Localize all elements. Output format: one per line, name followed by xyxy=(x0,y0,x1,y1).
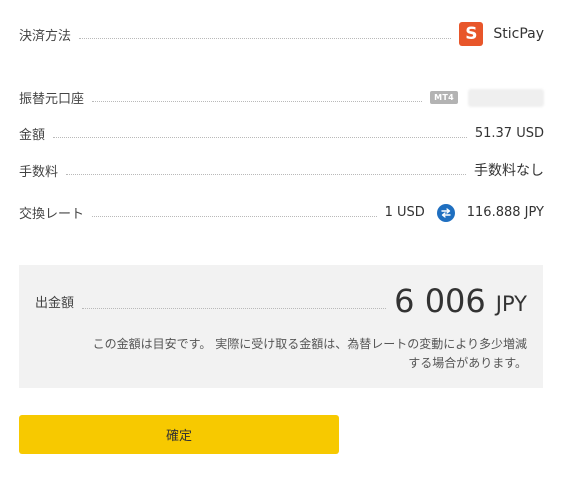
fee-value: 手数料なし xyxy=(474,163,544,179)
exchange-rate-label: 交換レート xyxy=(19,207,85,222)
withdrawal-amount: 6 006 xyxy=(394,282,486,320)
withdrawal-currency: JPY xyxy=(495,292,527,316)
dotted-leader xyxy=(79,37,452,39)
confirm-button[interactable]: 確定 xyxy=(19,415,339,454)
withdrawal-label: 出金額 xyxy=(35,296,75,311)
fee-label: 手数料 xyxy=(19,164,59,180)
payment-method-label: 決済方法 xyxy=(19,28,72,44)
exchange-rate-from: 1 USD xyxy=(384,205,425,220)
payment-method-value: SticPay xyxy=(493,26,544,42)
dotted-leader xyxy=(66,173,466,175)
estimate-note: この金額は目安です。 実際に受け取る金額は、為替レートの変動により多少増減する場… xyxy=(92,337,527,370)
dotted-leader xyxy=(53,137,467,138)
fee-row: 手数料 手数料なし xyxy=(19,160,544,180)
exchange-rate-to: 116.888 JPY xyxy=(466,205,544,220)
sticpay-logo-icon: S xyxy=(459,22,484,46)
dotted-leader xyxy=(82,308,387,309)
mt4-badge: MT4 xyxy=(430,91,458,104)
amount-value: 51.37 USD xyxy=(474,126,544,141)
dotted-leader xyxy=(92,216,377,217)
source-account-row: 振替元口座 MT4 xyxy=(19,88,544,107)
source-account-label: 振替元口座 xyxy=(19,92,85,107)
withdrawal-amount-row: 出金額 6 006 JPY xyxy=(35,285,527,317)
payment-method-row: 決済方法 S SticPay xyxy=(19,22,544,46)
exchange-rate-row: 交換レート 1 USD 116.888 JPY xyxy=(19,203,544,222)
dotted-leader xyxy=(92,101,423,102)
swap-icon xyxy=(436,203,455,222)
account-number-redacted xyxy=(468,88,544,107)
withdrawal-summary-panel: 出金額 6 006 JPY この金額は目安です。 実際に受け取る金額は、為替レー… xyxy=(19,265,543,388)
amount-row: 金額 51.37 USD xyxy=(19,124,544,143)
amount-label: 金額 xyxy=(19,128,46,143)
